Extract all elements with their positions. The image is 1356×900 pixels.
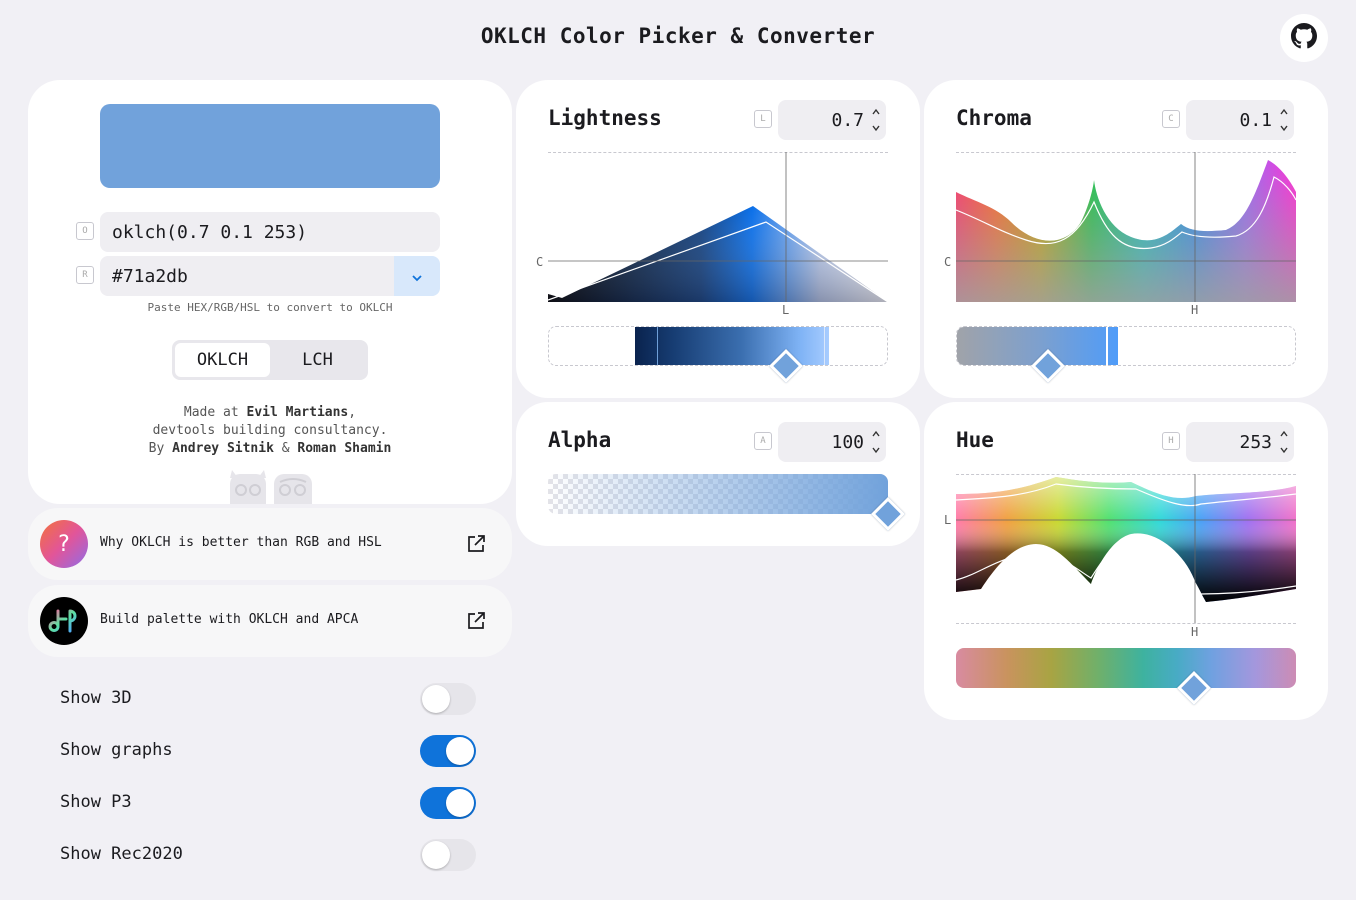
stepper-arrows-icon — [872, 429, 880, 455]
show-graphs-row: Show graphs — [60, 735, 476, 767]
question-glyph: ? — [58, 531, 70, 557]
lightness-value: 0.7 — [831, 109, 864, 131]
alpha-slider[interactable] — [548, 474, 888, 514]
color-preview — [100, 104, 440, 188]
chroma-value: 0.1 — [1239, 109, 1272, 131]
show-p3-row: Show P3 — [60, 787, 476, 819]
alpha-input[interactable]: 100 — [778, 422, 886, 462]
lightness-chroma-graph — [548, 152, 888, 302]
hue-slider[interactable] — [956, 648, 1296, 688]
credits-by: By — [148, 441, 173, 456]
lightness-input[interactable]: 0.7 — [778, 100, 886, 140]
mode-switcher: OKLCH LCH — [172, 340, 368, 380]
chroma-input[interactable]: 0.1 — [1186, 100, 1294, 140]
lightness-title: Lightness — [548, 106, 662, 130]
toggle-knob — [422, 685, 450, 713]
hue-value: 253 — [1239, 431, 1272, 453]
lightness-slider-track — [635, 327, 829, 365]
show-graphs-label: Show graphs — [60, 740, 173, 760]
alpha-title: Alpha — [548, 428, 612, 452]
show-3d-row: Show 3D — [60, 683, 476, 715]
external-link-icon — [466, 611, 486, 635]
picker-card: O oklch(0.7 0.1 253) R #71a2db Paste HEX… — [28, 80, 512, 504]
show-rec2020-label: Show Rec2020 — [60, 844, 183, 864]
chroma-title: Chroma — [956, 106, 1032, 130]
chroma-axis-y-label: C — [944, 255, 952, 269]
build-palette-link[interactable]: Build palette with OKLCH and APCA — [28, 585, 512, 657]
lightness-slider[interactable] — [548, 326, 888, 366]
huetone-logo-icon — [40, 597, 88, 645]
hue-tag: H — [1162, 432, 1180, 450]
github-link[interactable] — [1280, 14, 1328, 62]
oklch-format-tag: O — [76, 222, 94, 240]
mascot-illustration — [226, 466, 316, 504]
credits-comma: , — [348, 405, 357, 420]
show-p3-toggle[interactable] — [420, 787, 476, 819]
credits: Made at Evil Martians, devtools building… — [28, 404, 512, 458]
chevron-down-icon — [411, 267, 423, 286]
company-link[interactable]: Evil Martians — [247, 405, 349, 420]
mode-lch-option[interactable]: LCH — [270, 343, 365, 377]
chroma-hue-graph — [956, 152, 1296, 302]
show-p3-label: Show P3 — [60, 792, 132, 812]
toggle-knob — [422, 841, 450, 869]
format-dropdown-button[interactable] — [394, 256, 440, 296]
toggle-knob — [446, 737, 474, 765]
hex-input[interactable]: #71a2db — [100, 256, 394, 296]
external-link-icon — [466, 534, 486, 558]
github-icon — [1291, 23, 1317, 53]
show-graphs-toggle[interactable] — [420, 735, 476, 767]
author-link-2[interactable]: Roman Shamin — [297, 441, 391, 456]
chroma-tag: C — [1162, 110, 1180, 128]
credits-tagline: devtools building consultancy. — [152, 423, 388, 438]
chroma-axis-x-label: H — [1191, 303, 1199, 317]
alpha-tag: A — [754, 432, 772, 450]
gamut-marker — [1106, 327, 1108, 365]
credits-made-at: Made at — [183, 405, 247, 420]
why-oklch-label: Why OKLCH is better than RGB and HSL — [100, 535, 382, 550]
why-oklch-link[interactable]: ? Why OKLCH is better than RGB and HSL — [28, 508, 512, 580]
credits-amp: & — [273, 441, 298, 456]
show-rec2020-row: Show Rec2020 — [60, 839, 476, 871]
oklch-input[interactable]: oklch(0.7 0.1 253) — [100, 212, 440, 252]
author-link-1[interactable]: Andrey Sitnik — [172, 441, 274, 456]
stepper-arrows-icon — [1280, 429, 1288, 455]
graph-bottom-guide — [956, 623, 1296, 624]
chroma-card: Chroma C 0.1 C H — [924, 80, 1328, 398]
hue-input[interactable]: 253 — [1186, 422, 1294, 462]
lightness-tag: L — [754, 110, 772, 128]
alpha-card: Alpha A 100 — [516, 402, 920, 546]
show-3d-toggle[interactable] — [420, 683, 476, 715]
lightness-axis-y-label: C — [536, 255, 544, 269]
lightness-card: Lightness L 0.7 C L — [516, 80, 920, 398]
hue-lightness-graph — [956, 474, 1296, 624]
stepper-arrows-icon — [872, 107, 880, 133]
stepper-arrows-icon — [1280, 107, 1288, 133]
lightness-axis-x-label: L — [782, 303, 790, 317]
gamut-marker — [657, 327, 658, 365]
alpha-value: 100 — [831, 431, 864, 453]
show-rec2020-toggle[interactable] — [420, 839, 476, 871]
hue-title: Hue — [956, 428, 994, 452]
hue-axis-y-label: L — [944, 513, 952, 527]
show-3d-label: Show 3D — [60, 688, 132, 708]
question-icon: ? — [40, 520, 88, 568]
build-palette-label: Build palette with OKLCH and APCA — [100, 612, 359, 627]
rgb-format-tag: R — [76, 266, 94, 284]
chroma-slider[interactable] — [956, 326, 1296, 366]
hue-card: Hue H 253 L H — [924, 402, 1328, 720]
hue-axis-x-label: H — [1191, 625, 1199, 639]
toggle-knob — [446, 789, 474, 817]
paste-hint: Paste HEX/RGB/HSL to convert to OKLCH — [147, 301, 393, 314]
gamut-marker — [824, 327, 825, 365]
page-title: OKLCH Color Picker & Converter — [480, 24, 876, 48]
mode-oklch-option[interactable]: OKLCH — [175, 343, 270, 377]
